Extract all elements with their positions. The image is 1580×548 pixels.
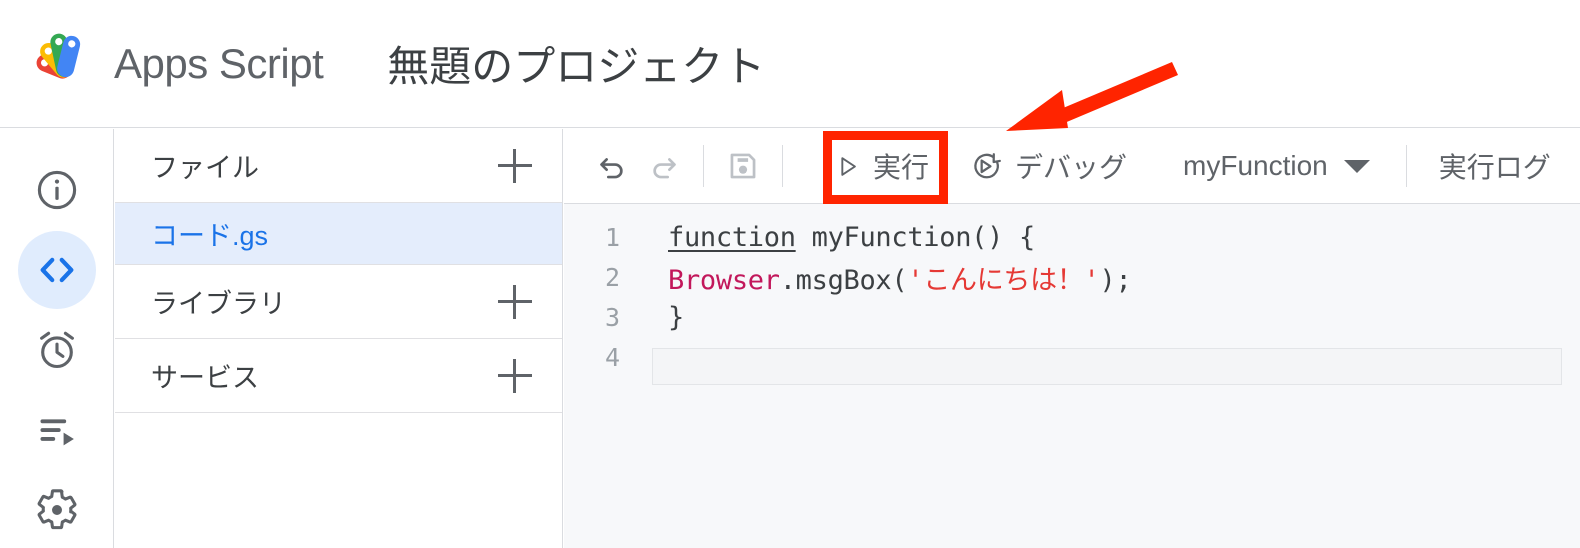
undo-icon (595, 149, 629, 183)
sidebar-item-editor[interactable] (18, 231, 96, 309)
line-number: 1 (564, 223, 636, 252)
services-section-header[interactable]: サービス (115, 339, 562, 413)
app-header: Apps Script 無題のプロジェクト (0, 0, 1580, 128)
code-line-text: } (636, 302, 684, 333)
sidebar-item-executions[interactable] (18, 391, 96, 469)
chevron-down-icon (1344, 160, 1370, 173)
debug-button[interactable]: デバッグ (961, 140, 1137, 192)
apps-script-logo (28, 31, 102, 97)
files-section-label: ファイル (151, 146, 498, 185)
toolbar-divider-3 (1406, 145, 1407, 187)
function-select-value: myFunction (1183, 150, 1328, 182)
list-item-file[interactable]: コード.gs (115, 203, 562, 265)
code-line-active: 4 (564, 337, 1580, 377)
save-button[interactable] (717, 140, 769, 192)
libraries-section-header[interactable]: ライブラリ (115, 265, 562, 339)
add-file-plus-icon[interactable] (498, 149, 532, 183)
code-line: 1 function myFunction() { (564, 217, 1580, 257)
gear-icon (34, 487, 80, 533)
toolbar-divider-1 (703, 145, 704, 187)
sidebar-item-overview[interactable] (18, 151, 96, 229)
services-section-label: サービス (151, 356, 498, 395)
add-service-plus-icon[interactable] (498, 359, 532, 393)
run-button[interactable]: 実行 (824, 140, 939, 192)
code-token-string: 'こんにちは！' (907, 265, 1099, 296)
debug-icon (971, 150, 1003, 182)
editor-pane: 実行 デバッグ myFunction 実行ログ (564, 129, 1580, 548)
file-name-label: コード.gs (151, 214, 268, 253)
files-section-header[interactable]: ファイル (115, 129, 562, 203)
execution-log-button[interactable]: 実行ログ (1429, 140, 1561, 192)
editor-toolbar: 実行 デバッグ myFunction 実行ログ (564, 129, 1580, 204)
brand-name[interactable]: Apps Script (114, 40, 323, 88)
debug-button-label: デバッグ (1015, 146, 1127, 186)
left-nav-rail (0, 129, 114, 548)
info-icon (35, 168, 79, 212)
redo-icon (647, 149, 681, 183)
code-token-keyword: function (668, 222, 796, 253)
function-select[interactable]: myFunction (1177, 140, 1376, 192)
code-token-plain: myFunction() { (796, 222, 1035, 253)
undo-button[interactable] (586, 140, 638, 192)
code-editor[interactable]: 1 function myFunction() { 2 Browser.msgB… (564, 205, 1580, 548)
apps-script-window: Apps Script 無題のプロジェクト (0, 0, 1580, 548)
file-panel: ファイル コード.gs ライブラリ サービス (115, 129, 563, 548)
code-line: 3 } (564, 297, 1580, 337)
code-line-text: Browser.msgBox('こんにちは！'); (636, 258, 1131, 297)
code-token-class: Browser (668, 265, 780, 296)
code-icon (35, 248, 79, 292)
sidebar-item-triggers[interactable] (18, 311, 96, 389)
redo-button[interactable] (638, 140, 690, 192)
execution-log-label: 実行ログ (1439, 146, 1551, 186)
code-token-plain: .msgBox( (780, 265, 908, 296)
libraries-section-label: ライブラリ (151, 282, 498, 321)
save-disk-icon (726, 149, 760, 183)
code-token-plain: ); (1099, 265, 1131, 296)
alarm-clock-icon (35, 328, 79, 372)
toolbar-divider-2 (782, 145, 783, 187)
sidebar-item-project-settings[interactable] (18, 471, 96, 548)
line-number: 3 (564, 303, 636, 332)
code-line-text: function myFunction() { (636, 222, 1035, 253)
run-button-label: 実行 (873, 146, 929, 186)
play-triangle-icon (834, 153, 861, 180)
code-line: 2 Browser.msgBox('こんにちは！'); (564, 257, 1580, 297)
add-library-plus-icon[interactable] (498, 285, 532, 319)
line-number: 2 (564, 263, 636, 292)
page-title[interactable]: 無題のプロジェクト (387, 33, 765, 94)
executions-list-icon (35, 408, 79, 452)
line-number: 4 (564, 343, 636, 372)
